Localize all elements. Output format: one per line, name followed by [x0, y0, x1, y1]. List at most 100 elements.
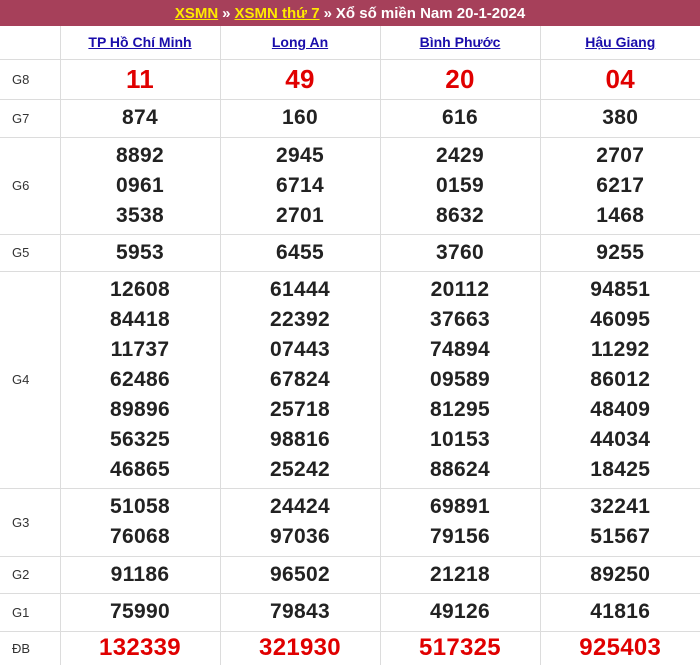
- result-number: 0961: [116, 173, 164, 197]
- result-number: 46095: [590, 307, 651, 331]
- result-cell: 49126: [379, 592, 541, 632]
- result-cell: 616: [379, 98, 541, 138]
- result-number: 76068: [110, 525, 170, 548]
- result-number: 160: [282, 106, 318, 129]
- result-cell: 2945 6714 2701: [219, 136, 381, 235]
- breadcrumb-xsmn-thu7-link[interactable]: XSMN thứ 7: [235, 5, 320, 22]
- result-number: 98816: [270, 427, 330, 451]
- result-number: 321930: [259, 634, 341, 662]
- result-number: 1468: [596, 203, 645, 227]
- result-number: 8632: [436, 203, 484, 227]
- result-number: 12608: [110, 277, 170, 301]
- province-link-long-an[interactable]: Long An: [272, 34, 328, 50]
- result-number: 517325: [419, 634, 501, 662]
- result-cell: 20: [379, 58, 541, 100]
- page-title: Xổ số miền Nam 20-1-2024: [335, 4, 526, 22]
- prize-label: G8: [0, 58, 61, 100]
- result-number: 3760: [436, 240, 484, 264]
- province-header-row: TP Hồ Chí Minh Long An Bình Phước Hậu Gi…: [0, 26, 700, 60]
- result-number: 6455: [276, 240, 324, 264]
- result-number: 51058: [110, 495, 170, 518]
- result-cell: 61444 22392 07443 67824 25718 98816 25242: [219, 270, 381, 489]
- prize-label: G2: [0, 555, 61, 594]
- result-number: 24424: [270, 495, 330, 518]
- result-number: 37663: [430, 307, 490, 331]
- result-number: 6714: [276, 173, 324, 197]
- prize-row: G1 75990 79843 49126 41816: [0, 592, 700, 632]
- breadcrumb-header: XSMN » XSMN thứ 7 » Xổ số miền Nam 20-1-…: [0, 0, 700, 26]
- result-cell: 41816: [539, 592, 700, 632]
- result-number: 925403: [579, 634, 662, 662]
- result-number: 56325: [110, 427, 170, 451]
- result-number: 96502: [270, 562, 330, 586]
- prize-label: ĐB: [0, 630, 61, 665]
- result-cell: 24424 97036: [219, 487, 381, 557]
- result-number: 0159: [436, 173, 484, 197]
- breadcrumb-separator: »: [323, 4, 332, 22]
- result-number: 74894: [430, 337, 490, 361]
- result-number: 94851: [590, 277, 651, 301]
- prize-row: G3 51058 76068 24424 97036 69891 79156 32241 515…: [0, 487, 700, 557]
- result-number: 20: [445, 64, 475, 94]
- result-cell: 79843: [219, 592, 381, 632]
- result-cell: 20112 37663 74894 09589 81295 10153 88624: [379, 270, 541, 489]
- result-number: 69891: [430, 495, 490, 518]
- prize-label: G7: [0, 98, 61, 138]
- prize-label: G1: [0, 592, 61, 632]
- result-number: 20112: [430, 277, 490, 301]
- prize-label: G5: [0, 233, 61, 272]
- prize-label: G6: [0, 136, 61, 235]
- result-cell: 5953: [59, 233, 221, 272]
- result-number: 11: [125, 64, 155, 94]
- prize-row: G7 874 160 616 380: [0, 98, 700, 138]
- result-number: 9255: [596, 240, 645, 264]
- prize-row: G8 11 49 20 04: [0, 58, 700, 100]
- result-cell: 2707 6217 1468: [539, 136, 700, 235]
- result-cell: 94851 46095 11292 86012 48409 44034 18425: [539, 270, 700, 489]
- breadcrumb-xsmn-link[interactable]: XSMN: [175, 5, 218, 22]
- result-number: 18425: [590, 457, 651, 481]
- result-number: 22392: [270, 307, 330, 331]
- result-cell: 21218: [379, 555, 541, 594]
- province-header: Hậu Giang: [539, 26, 700, 60]
- result-number: 89896: [110, 397, 170, 421]
- result-cell: 51058 76068: [59, 487, 221, 557]
- province-link-binh-phuoc[interactable]: Bình Phước: [420, 34, 501, 50]
- result-number: 2429: [436, 143, 484, 167]
- result-cell: 12608 84418 11737 62486 89896 56325 46865: [59, 270, 221, 489]
- result-number: 2707: [596, 143, 645, 167]
- province-link-hcm[interactable]: TP Hồ Chí Minh: [88, 34, 191, 50]
- result-cell: 04: [539, 58, 700, 100]
- result-number: 49126: [430, 600, 490, 623]
- result-number: 874: [122, 106, 158, 129]
- result-number: 46865: [110, 457, 170, 481]
- result-cell: 75990: [59, 592, 221, 632]
- result-number: 380: [602, 106, 639, 129]
- result-number: 25242: [270, 457, 330, 481]
- result-number: 32241: [590, 495, 651, 518]
- result-number: 10153: [430, 427, 490, 451]
- result-number: 91186: [110, 562, 170, 586]
- province-header: Long An: [219, 26, 381, 60]
- result-number: 86012: [590, 367, 651, 391]
- result-number: 79843: [270, 600, 330, 623]
- prize-row: G2 91186 96502 21218 89250: [0, 555, 700, 594]
- result-number: 81295: [430, 397, 490, 421]
- result-number: 8892: [116, 143, 164, 167]
- result-number: 132339: [99, 634, 181, 662]
- result-number: 04: [605, 64, 636, 94]
- prize-row: G6 8892 0961 3538 2945 6714 2701 2429 0159 8632 27…: [0, 136, 700, 235]
- prize-row: G5 5953 6455 3760 9255: [0, 233, 700, 272]
- result-number: 62486: [110, 367, 170, 391]
- province-link-hau-giang[interactable]: Hậu Giang: [585, 34, 655, 50]
- result-cell: 11: [59, 58, 221, 100]
- result-number: 48409: [590, 397, 651, 421]
- result-cell: 32241 51567: [539, 487, 700, 557]
- prize-row: ĐB 132339 321930 517325 925403: [0, 630, 700, 665]
- result-cell: 132339: [59, 630, 221, 665]
- result-number: 97036: [270, 525, 330, 548]
- lottery-results-table: TP Hồ Chí Minh Long An Bình Phước Hậu Gi…: [0, 26, 700, 665]
- result-number: 51567: [590, 525, 651, 548]
- result-cell: 517325: [379, 630, 541, 665]
- result-number: 2701: [276, 203, 324, 227]
